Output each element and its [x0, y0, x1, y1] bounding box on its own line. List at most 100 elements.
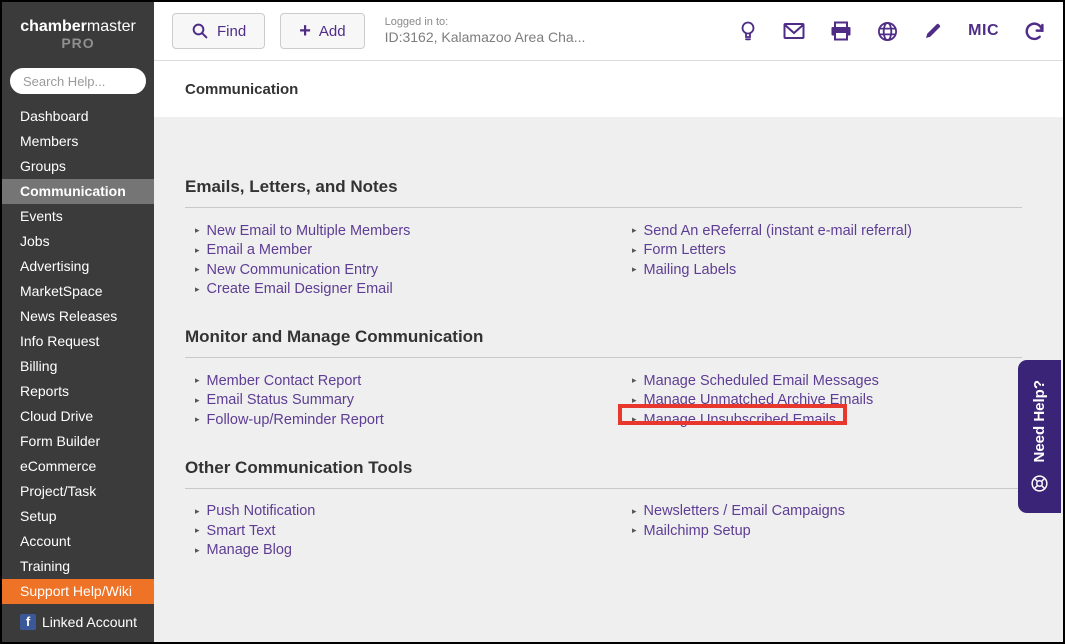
sidebar-item-dashboard[interactable]: Dashboard [2, 104, 154, 129]
print-icon[interactable] [830, 21, 852, 41]
triangle-bullet-icon: ▸ [195, 264, 200, 275]
logged-in-prefix: Logged in to: [385, 16, 586, 29]
link-manage-blog[interactable]: Manage Blog [207, 542, 292, 558]
link-row: ▸ Newsletters / Email Campaigns [622, 502, 1022, 522]
sidebar-item-setup[interactable]: Setup [2, 504, 154, 529]
brand-rest: master [87, 18, 136, 35]
mic-menu[interactable]: MIC [968, 22, 999, 40]
find-button[interactable]: Find [172, 13, 265, 49]
need-help-label: Need Help? [1031, 380, 1048, 463]
link-row: ▸Manage Unsubscribed Emails [622, 410, 1022, 430]
triangle-bullet-icon: ▸ [195, 225, 200, 236]
facebook-icon: f [20, 614, 36, 630]
triangle-bullet-icon: ▸ [632, 395, 637, 406]
sidebar-item-members[interactable]: Members [2, 129, 154, 154]
brand-sub: PRO [2, 35, 154, 52]
link-new-email-to-multiple-members[interactable]: New Email to Multiple Members [207, 223, 411, 239]
app-window: chambermaster PRO Dashboard Members Grou… [0, 0, 1065, 644]
communication-page: Emails, Letters, and Notes ▸ New Email to… [154, 117, 1063, 642]
add-button[interactable]: + Add [280, 13, 364, 49]
search-help-input[interactable] [10, 68, 146, 94]
triangle-bullet-icon: ▸ [195, 506, 200, 517]
sidebar-item-training[interactable]: Training [2, 554, 154, 579]
section-monitor-manage-communication: Monitor and Manage Communication ▸ Member… [185, 327, 1022, 430]
sidebar: chambermaster PRO Dashboard Members Grou… [2, 2, 154, 642]
link-form-letters[interactable]: Form Letters [644, 242, 726, 258]
link-member-contact-report[interactable]: Member Contact Report [207, 373, 362, 389]
triangle-bullet-icon: ▸ [632, 506, 637, 517]
brand-bold: chamber [20, 18, 87, 35]
triangle-bullet-icon: ▸ [195, 395, 200, 406]
link-new-communication-entry[interactable]: New Communication Entry [207, 262, 379, 278]
plus-icon: + [299, 21, 311, 41]
triangle-bullet-icon: ▸ [195, 284, 200, 295]
section-heading: Other Communication Tools [185, 458, 1022, 478]
link-manage-unmatched-archive-emails[interactable]: Manage Unmatched Archive Emails [644, 392, 874, 408]
lifebuoy-icon [1030, 474, 1049, 493]
link-newsletters-email-campaigns[interactable]: Newsletters / Email Campaigns [644, 503, 845, 519]
section-other-communication-tools: Other Communication Tools ▸ Push Notifica… [185, 458, 1022, 561]
section-emails-letters-notes: Emails, Letters, and Notes ▸ New Email to… [185, 177, 1022, 299]
triangle-bullet-icon: ▸ [632, 525, 637, 536]
sidebar-item-form-builder[interactable]: Form Builder [2, 429, 154, 454]
sidebar-item-billing[interactable]: Billing [2, 354, 154, 379]
link-row: ▸ Follow-up/Reminder Report [185, 410, 622, 430]
search-icon [191, 22, 209, 40]
top-toolbar: Find + Add Logged in to: ID:3162, Kalama… [154, 2, 1063, 61]
section-heading: Emails, Letters, and Notes [185, 177, 1022, 197]
triangle-bullet-icon: ▸ [632, 264, 637, 275]
link-send-an-ereferral[interactable]: Send An eReferral (instant e-mail referr… [644, 223, 912, 239]
lightbulb-icon[interactable] [738, 20, 758, 42]
pencil-icon[interactable] [923, 21, 943, 41]
sidebar-item-reports[interactable]: Reports [2, 379, 154, 404]
link-row: ▸ Email a Member [185, 241, 622, 261]
section-heading: Monitor and Manage Communication [185, 327, 1022, 347]
sidebar-item-news-releases[interactable]: News Releases [2, 304, 154, 329]
triangle-bullet-icon: ▸ [632, 245, 637, 256]
sidebar-item-advertising[interactable]: Advertising [2, 254, 154, 279]
section-divider [185, 357, 1022, 358]
globe-icon[interactable] [877, 21, 898, 42]
link-row: ▸ Manage Unmatched Archive Emails [622, 391, 1022, 411]
link-email-status-summary[interactable]: Email Status Summary [207, 392, 354, 408]
sidebar-item-support-help-wiki[interactable]: Support Help/Wiki [2, 579, 154, 604]
sidebar-item-marketspace[interactable]: MarketSpace [2, 279, 154, 304]
find-label: Find [217, 23, 246, 40]
sidebar-item-communication[interactable]: Communication [2, 179, 154, 204]
sidebar-item-cloud-drive[interactable]: Cloud Drive [2, 404, 154, 429]
linked-account-label: Linked Account [42, 614, 137, 630]
link-follow-up-reminder-report[interactable]: Follow-up/Reminder Report [207, 412, 384, 428]
link-row: ▸ Mailchimp Setup [622, 521, 1022, 541]
triangle-bullet-icon: ▸ [195, 545, 200, 556]
link-create-email-designer-email[interactable]: Create Email Designer Email [207, 281, 393, 297]
link-row: ▸ New Email to Multiple Members [185, 221, 622, 241]
email-icon[interactable] [783, 22, 805, 40]
triangle-bullet-icon: ▸ [195, 245, 200, 256]
link-row: ▸ Email Status Summary [185, 391, 622, 411]
sidebar-item-project-task[interactable]: Project/Task [2, 479, 154, 504]
sidebar-item-ecommerce[interactable]: eCommerce [2, 454, 154, 479]
logged-in-value: ID:3162, Kalamazoo Area Cha... [385, 29, 586, 46]
link-smart-text[interactable]: Smart Text [207, 523, 276, 539]
page-title: Communication [185, 81, 298, 98]
sidebar-item-events[interactable]: Events [2, 204, 154, 229]
link-manage-unsubscribed-emails[interactable]: Manage Unsubscribed Emails [644, 412, 837, 428]
sidebar-item-groups[interactable]: Groups [2, 154, 154, 179]
brand-logo: chambermaster PRO [2, 2, 154, 52]
sidebar-item-jobs[interactable]: Jobs [2, 229, 154, 254]
refresh-icon[interactable] [1024, 21, 1045, 42]
sidebar-item-info-request[interactable]: Info Request [2, 329, 154, 354]
link-email-a-member[interactable]: Email a Member [207, 242, 313, 258]
link-mailing-labels[interactable]: Mailing Labels [644, 262, 737, 278]
sidebar-item-account[interactable]: Account [2, 529, 154, 554]
sidebar-item-linked-account[interactable]: f Linked Account [2, 609, 154, 634]
triangle-bullet-icon: ▸ [195, 525, 200, 536]
link-manage-scheduled-email-messages[interactable]: Manage Scheduled Email Messages [644, 373, 879, 389]
link-push-notification[interactable]: Push Notification [207, 503, 316, 519]
link-row: ▸ Mailing Labels [622, 260, 1022, 280]
sidebar-nav: Dashboard Members Groups Communication E… [2, 104, 154, 604]
section-divider [185, 488, 1022, 489]
need-help-tab[interactable]: Need Help? [1018, 360, 1061, 513]
triangle-bullet-icon: ▸ [195, 414, 200, 425]
link-mailchimp-setup[interactable]: Mailchimp Setup [644, 523, 751, 539]
